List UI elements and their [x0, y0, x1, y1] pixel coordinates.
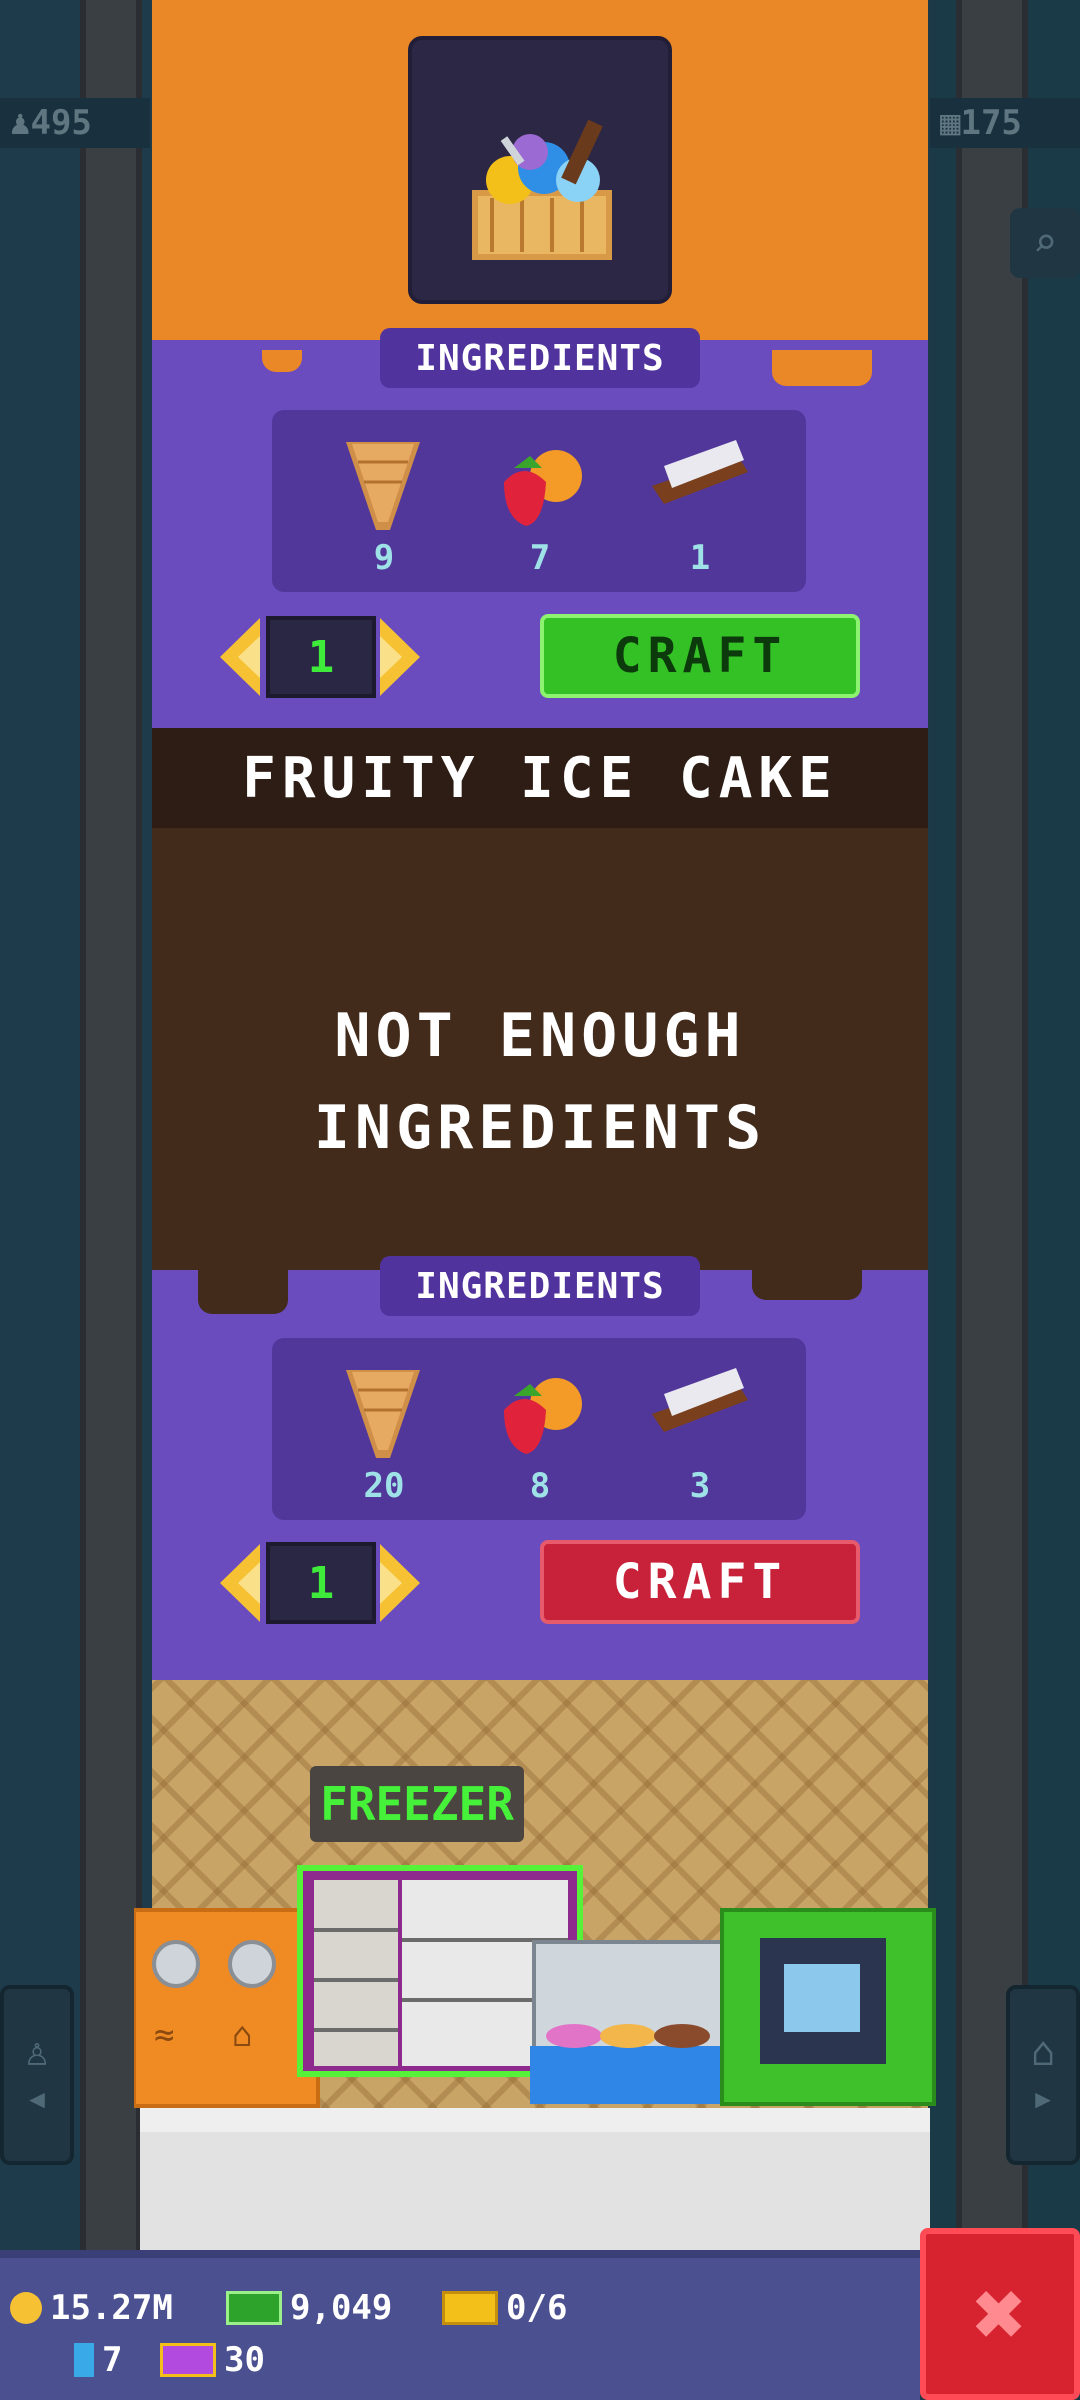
quantity-display-bottom: 1 [266, 1542, 376, 1624]
population-counter: ♟ 495 [0, 98, 150, 148]
ingredients-box-bottom: 20 8 3 [272, 1338, 806, 1520]
chocolate-bar-icon [644, 426, 754, 536]
arrow-left-icon: ◂ [24, 2075, 50, 2121]
arrow-right-icon: ▸ [1030, 2075, 1056, 2121]
cash-icon [226, 2291, 282, 2325]
increase-arrow-top[interactable] [378, 616, 422, 698]
search-button[interactable]: ⌕ [1010, 208, 1080, 278]
cone-icon [328, 1354, 438, 1464]
green-cabinet-icon [720, 1908, 936, 2106]
floors-counter: ▦ 175 [930, 98, 1080, 148]
person-icon: ♙ [24, 2029, 50, 2075]
increase-arrow-bottom[interactable] [378, 1542, 422, 1624]
ingredient-count: 7 [529, 538, 551, 578]
svg-text:≈: ≈ [154, 2015, 174, 2055]
home-icon: ⌂ [1030, 2029, 1056, 2075]
cone-icon [328, 426, 438, 536]
ice-cream-basket-icon [472, 119, 612, 260]
craft-button-top[interactable]: CRAFT [540, 614, 860, 698]
tickets-stat: 0/6 [442, 2288, 567, 2328]
item-icon-frame[interactable] [408, 36, 672, 304]
ingredient-count: 8 [529, 1466, 551, 1506]
building-icon: ▦ [940, 103, 961, 143]
chocolate-bar-icon [644, 1354, 754, 1464]
cash-stat: 9,049 [226, 2288, 392, 2328]
shop-furniture[interactable]: ≈ ⌂ [134, 1860, 944, 2110]
ingredient-count: 9 [373, 538, 395, 578]
decrease-arrow-top[interactable] [218, 616, 262, 698]
fruit-icon [484, 1354, 594, 1464]
fruit-icon [484, 426, 594, 536]
ingredient-count: 20 [363, 1466, 405, 1506]
resource-bar: 15.27M 9,049 0/6 7 30 [0, 2250, 920, 2400]
search-icon: ⌕ [1032, 220, 1058, 266]
building-pillar-left [80, 0, 142, 2250]
close-icon: ✖ [972, 2261, 1028, 2367]
ingredients-label-bottom: INGREDIENTS [380, 1256, 700, 1316]
ingredients-box-top: 9 7 1 [272, 410, 806, 592]
decrease-arrow-bottom[interactable] [218, 1542, 262, 1624]
coins-stat: 15.27M [10, 2288, 173, 2328]
craft-button-bottom[interactable]: CRAFT [540, 1540, 860, 1624]
ticket-icon [442, 2291, 498, 2325]
shop-name-label: FREEZER [310, 1766, 524, 1842]
quantity-display-top: 1 [266, 616, 376, 698]
bux-icon [74, 2343, 94, 2377]
bux-stat: 7 [74, 2340, 122, 2380]
svg-text:⌂: ⌂ [232, 2015, 252, 2055]
ingredient-count: 3 [689, 1466, 711, 1506]
display-case-icon [530, 1940, 730, 2104]
ingredients-label-top: INGREDIENTS [380, 328, 700, 388]
recipe-title: FRUITY ICE CAKE [152, 728, 928, 828]
vip-ticket-icon [160, 2343, 216, 2377]
elevator-button[interactable]: ♙ ◂ [0, 1985, 74, 2165]
not-enough-message: NOT ENOUGH INGREDIENTS [313, 1001, 767, 1163]
home-button[interactable]: ⌂ ▸ [1006, 1985, 1080, 2165]
vip-stat: 30 [160, 2340, 265, 2380]
coin-icon [10, 2292, 42, 2324]
building-pillar-right [956, 0, 1028, 2250]
person-icon: ♟ [10, 103, 31, 143]
close-button[interactable]: ✖ [920, 2228, 1080, 2400]
ingredient-count: 1 [689, 538, 711, 578]
oven-icon: ≈ ⌂ [134, 1908, 320, 2108]
